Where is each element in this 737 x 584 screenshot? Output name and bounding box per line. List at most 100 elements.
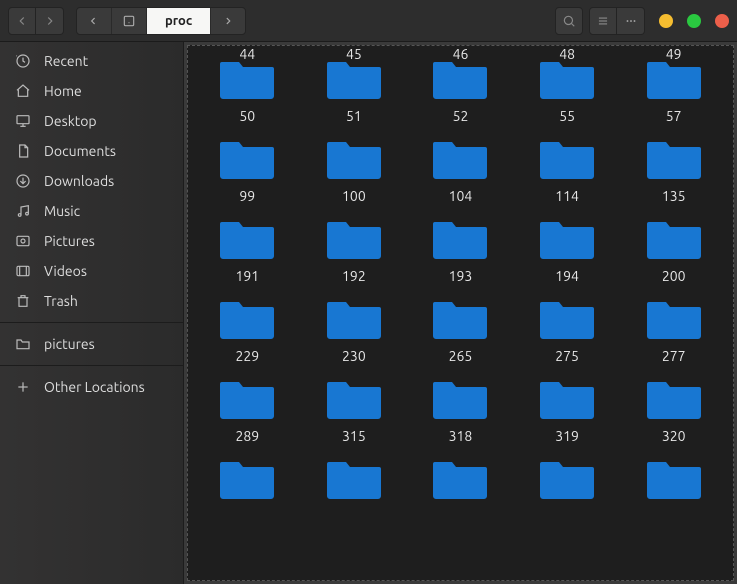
folder-item[interactable]: 114: [514, 130, 621, 210]
folder-label: 265: [449, 348, 473, 364]
folder-item[interactable]: 200: [620, 210, 727, 290]
window-minimize[interactable]: [659, 14, 673, 28]
sidebar-item-downloads[interactable]: Downloads: [0, 166, 183, 196]
folder-label: 289: [235, 428, 259, 444]
folder-icon: [539, 298, 595, 340]
folder-icon: [432, 138, 488, 180]
list-icon: [596, 14, 610, 28]
folder-item[interactable]: 57: [620, 50, 727, 130]
sidebar-item-documents[interactable]: Documents: [0, 136, 183, 166]
icon-view[interactable]: 4445464849 50515255579910010411413519119…: [187, 45, 734, 581]
folder-icon: [432, 298, 488, 340]
folder-item[interactable]: 51: [301, 50, 408, 130]
folder-item[interactable]: 315: [301, 370, 408, 450]
folder-icon: [539, 58, 595, 100]
folder-item[interactable]: 265: [407, 290, 514, 370]
folder-icon: [646, 218, 702, 260]
folder-icon: [219, 298, 275, 340]
folder-label: 229: [235, 348, 259, 364]
folder-item[interactable]: 135: [620, 130, 727, 210]
back-button[interactable]: [8, 7, 36, 35]
folder-item[interactable]: 99: [194, 130, 301, 210]
folder-item[interactable]: 289: [194, 370, 301, 450]
folder-item[interactable]: 50: [194, 50, 301, 130]
folder-item[interactable]: 320: [620, 370, 727, 450]
pictures-icon: [14, 232, 32, 250]
sidebar-item-desktop[interactable]: Desktop: [0, 106, 183, 136]
folder-label: 200: [662, 268, 686, 284]
folder-label: 193: [449, 268, 473, 284]
sidebar-item-label: Trash: [44, 293, 78, 309]
folder-icon: [432, 58, 488, 100]
sidebar-item-label: Recent: [44, 53, 88, 69]
sidebar-item-home[interactable]: Home: [0, 76, 183, 106]
folder-item[interactable]: [407, 450, 514, 514]
sidebar-item-label: Videos: [44, 263, 87, 279]
folder-item[interactable]: [620, 450, 727, 514]
dots-icon: [624, 14, 638, 28]
folder-icon: [326, 138, 382, 180]
folder-icon: [646, 458, 702, 500]
nav-back-forward: [8, 7, 64, 35]
folder-label: 99: [239, 188, 255, 204]
folder-icon: [326, 458, 382, 500]
folder-item[interactable]: 52: [407, 50, 514, 130]
folder-icon: [432, 378, 488, 420]
view-list-button[interactable]: [589, 7, 617, 35]
sidebar-item-recent[interactable]: Recent: [0, 46, 183, 76]
folder-item[interactable]: 193: [407, 210, 514, 290]
hamburger-menu-button[interactable]: [617, 7, 645, 35]
videos-icon: [14, 262, 32, 280]
folder-label: 135: [662, 188, 686, 204]
chevron-left-small-icon: [87, 14, 101, 28]
sidebar-item-trash[interactable]: Trash: [0, 286, 183, 316]
path-current[interactable]: proc: [147, 8, 211, 34]
toolbar: proc: [0, 0, 737, 42]
folder-icon: [432, 458, 488, 500]
path-disk-button[interactable]: [112, 8, 147, 34]
folder-item[interactable]: [514, 450, 621, 514]
sidebar-other-locations[interactable]: Other Locations: [0, 372, 183, 402]
sidebar-item-label: Music: [44, 203, 80, 219]
music-icon: [14, 202, 32, 220]
folder-label: 51: [346, 108, 362, 124]
folder-label: 191: [235, 268, 259, 284]
chevron-right-icon: [43, 14, 57, 28]
sidebar-item-pictures[interactable]: pictures: [0, 329, 183, 359]
sidebar-item-label: Documents: [44, 143, 116, 159]
folder-item[interactable]: 277: [620, 290, 727, 370]
window-close[interactable]: [715, 14, 729, 28]
folder-icon: [539, 378, 595, 420]
folder-item[interactable]: 230: [301, 290, 408, 370]
search-button[interactable]: [555, 7, 583, 35]
content-area: 4445464849 50515255579910010411413519119…: [184, 42, 737, 584]
sidebar-item-music[interactable]: Music: [0, 196, 183, 226]
path-up-button[interactable]: [77, 8, 112, 34]
folder-item[interactable]: 191: [194, 210, 301, 290]
plus-icon: [14, 378, 32, 396]
folder-item[interactable]: 275: [514, 290, 621, 370]
path-next-button[interactable]: [211, 8, 245, 34]
forward-button[interactable]: [36, 7, 64, 35]
folder-label: 57: [666, 108, 682, 124]
sidebar: Recent HomeDesktop Documents Downloads Music…: [0, 42, 184, 584]
folder-item[interactable]: 229: [194, 290, 301, 370]
path-bar: proc: [76, 7, 246, 35]
sidebar-item-videos[interactable]: Videos: [0, 256, 183, 286]
folder-item[interactable]: 104: [407, 130, 514, 210]
folder-icon: [219, 58, 275, 100]
folder-item[interactable]: [301, 450, 408, 514]
chevron-left-icon: [15, 14, 29, 28]
sidebar-item-pictures[interactable]: Pictures: [0, 226, 183, 256]
folder-item[interactable]: [194, 450, 301, 514]
folder-item[interactable]: 55: [514, 50, 621, 130]
folder-item[interactable]: 319: [514, 370, 621, 450]
folder-item[interactable]: 192: [301, 210, 408, 290]
folder-item[interactable]: 100: [301, 130, 408, 210]
window-maximize[interactable]: [687, 14, 701, 28]
disk-icon: [122, 14, 136, 28]
folder-item[interactable]: 194: [514, 210, 621, 290]
folder-label: 230: [342, 348, 366, 364]
folder-label: 50: [239, 108, 255, 124]
folder-item[interactable]: 318: [407, 370, 514, 450]
